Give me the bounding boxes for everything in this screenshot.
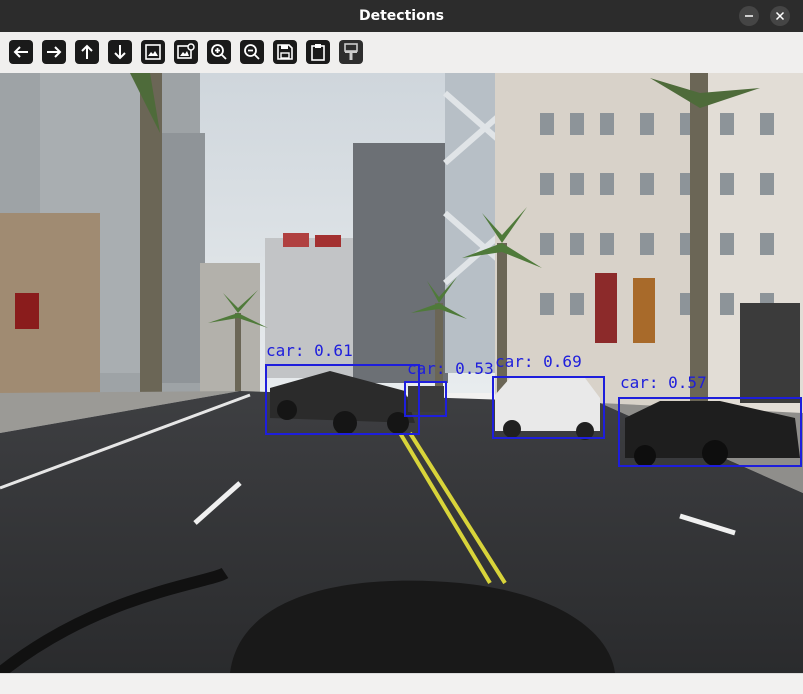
back-button[interactable] xyxy=(9,40,33,64)
close-button[interactable] xyxy=(770,6,790,26)
clipboard-button[interactable] xyxy=(306,40,330,64)
zoom-out-icon xyxy=(244,44,260,60)
image-icon xyxy=(145,44,161,60)
car-white-suv xyxy=(495,378,600,440)
image-settings-button[interactable] xyxy=(174,40,198,64)
clipboard-icon xyxy=(311,44,325,61)
zoom-out-button[interactable] xyxy=(240,40,264,64)
save-icon xyxy=(277,44,293,60)
forward-button[interactable] xyxy=(42,40,66,64)
street-scene: car: 0.61 car: 0.53 car: 0.69 car: 0.57 xyxy=(0,73,803,673)
save-button[interactable] xyxy=(273,40,297,64)
arrow-up-icon xyxy=(81,44,93,59)
minimize-icon xyxy=(745,15,753,17)
zoom-in-button[interactable] xyxy=(207,40,231,64)
detection-label: car: 0.57 xyxy=(620,373,707,392)
image-settings-icon xyxy=(177,43,195,59)
detection-label: car: 0.61 xyxy=(266,341,353,360)
arrow-down-icon xyxy=(114,45,126,60)
detection-label: car: 0.53 xyxy=(407,359,494,378)
arrow-left-icon xyxy=(13,46,28,58)
car-distant xyxy=(408,386,444,412)
down-button[interactable] xyxy=(108,40,132,64)
close-icon xyxy=(775,11,785,21)
window-title: Detections xyxy=(358,8,444,24)
detection-image-view[interactable]: car: 0.61 car: 0.53 car: 0.69 car: 0.57 xyxy=(0,73,803,673)
paint-brush-button[interactable] xyxy=(339,40,363,64)
detection-label: car: 0.69 xyxy=(495,352,582,371)
zoom-in-icon xyxy=(211,44,227,60)
paint-brush-icon xyxy=(344,43,358,60)
status-bar xyxy=(0,673,803,694)
window-titlebar: Detections xyxy=(0,0,803,32)
image-button[interactable] xyxy=(141,40,165,64)
minimize-button[interactable] xyxy=(739,6,759,26)
toolbar xyxy=(0,32,803,73)
up-button[interactable] xyxy=(75,40,99,64)
arrow-right-icon xyxy=(47,46,62,58)
